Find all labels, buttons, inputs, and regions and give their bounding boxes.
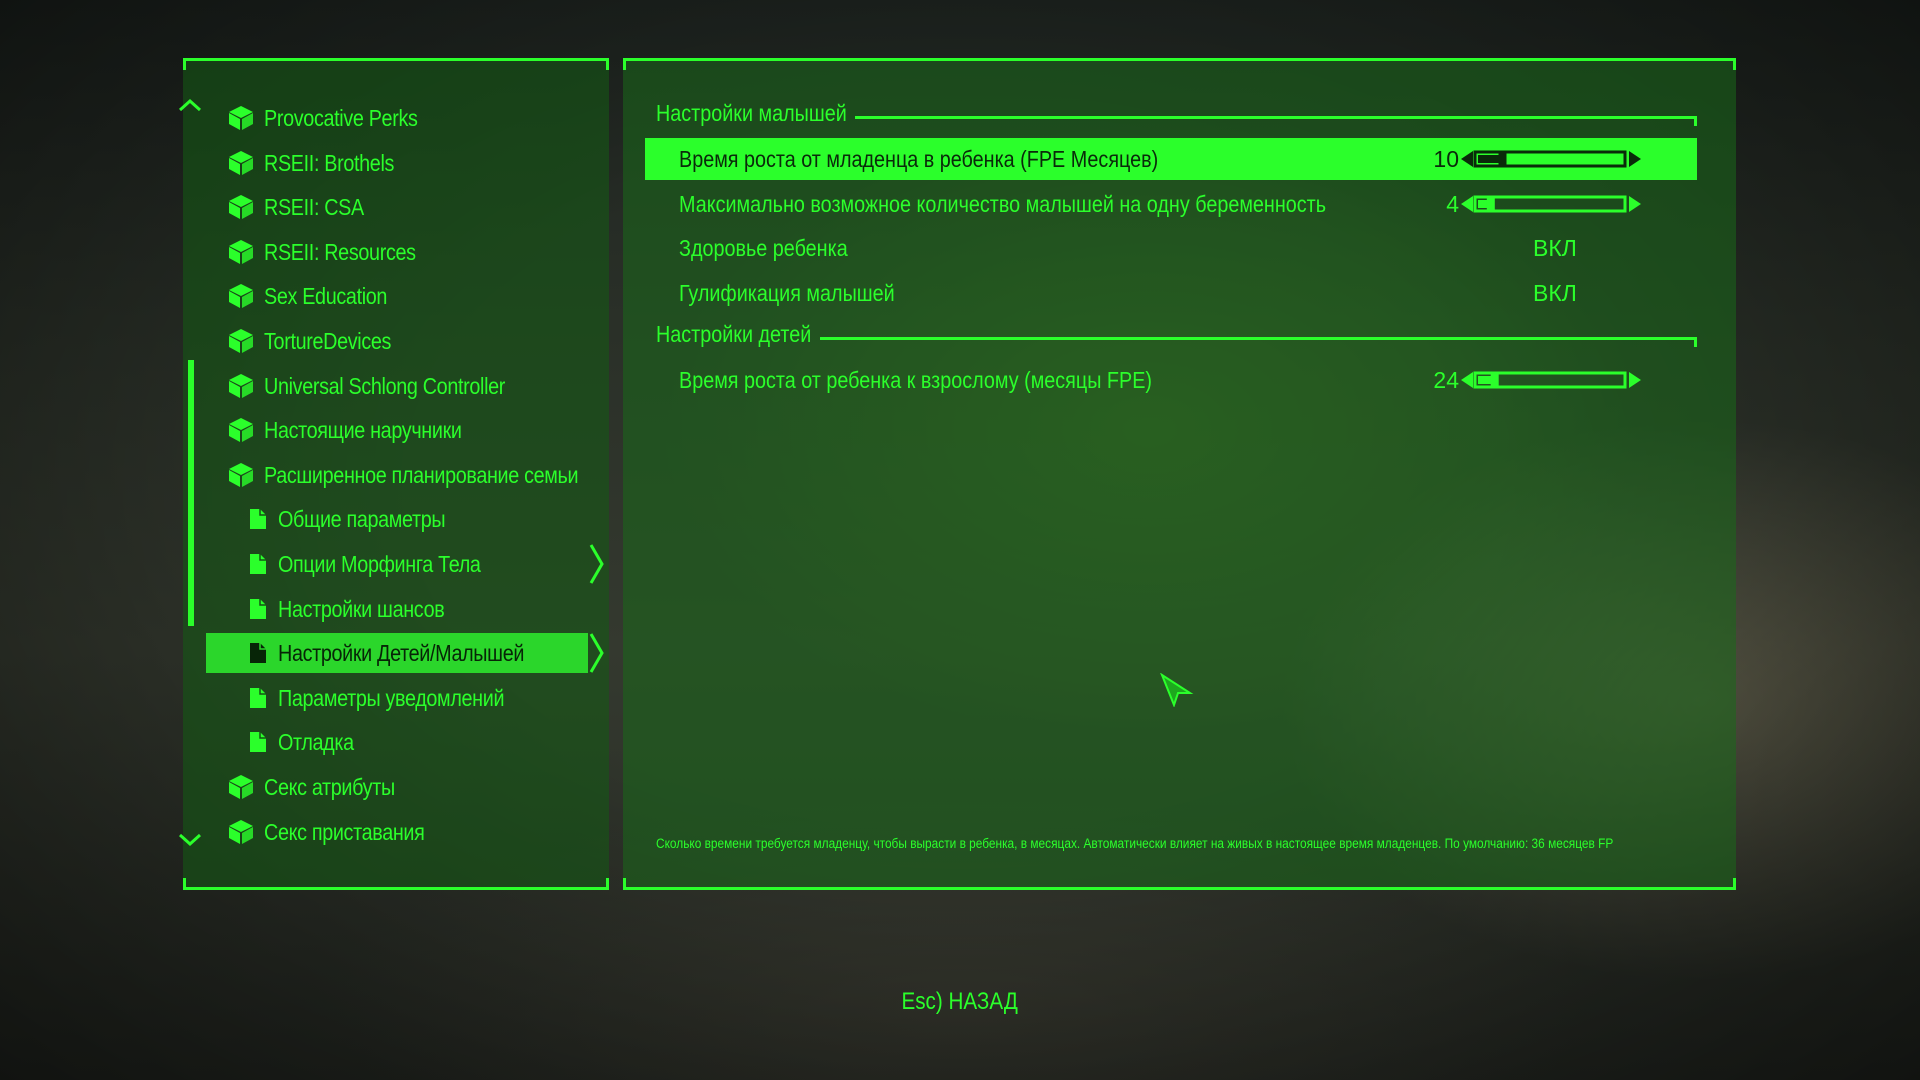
- chevron-right-icon[interactable]: [588, 542, 606, 586]
- chevron-right-icon[interactable]: [588, 631, 606, 675]
- toggle-value[interactable]: ВКЛ: [1533, 280, 1577, 307]
- mod-page-item[interactable]: Настройки Детей/Малышей: [206, 633, 588, 673]
- mod-page-item[interactable]: Отладка: [206, 722, 588, 762]
- mod-list-item[interactable]: Секс приставания: [183, 812, 588, 852]
- mod-list-item-label: Опции Морфинга Тела: [278, 551, 481, 577]
- mod-list-item-label: Секс атрибуты: [264, 774, 395, 800]
- panel-corner: [606, 61, 609, 70]
- mod-list-item[interactable]: Настоящие наручники: [183, 410, 588, 450]
- toggle-option[interactable]: Гулификация малышей ВКЛ: [645, 272, 1697, 314]
- mod-list-item[interactable]: Provocative Perks: [183, 98, 588, 138]
- mod-list-item[interactable]: RSEII: Resources: [183, 232, 588, 272]
- option-label: Максимально возможное количество малышей…: [679, 191, 1327, 217]
- toggle-option[interactable]: Здоровье ребенка ВКЛ: [645, 227, 1697, 269]
- mod-list-item-label: Общие параметры: [278, 506, 446, 532]
- mod-list-item-label: Provocative Perks: [264, 105, 418, 131]
- back-hint-label: Esc) НАЗАД: [901, 988, 1019, 1015]
- package-icon: [229, 195, 253, 219]
- mod-list-item[interactable]: Universal Schlong Controller: [183, 366, 588, 406]
- page-icon: [250, 643, 266, 663]
- slider-value: 4: [1446, 191, 1459, 217]
- page-icon: [250, 688, 266, 708]
- option-label: Время роста от ребенка к взрослому (меся…: [679, 367, 1152, 393]
- option-label: Здоровье ребенка: [679, 235, 848, 261]
- slider-control[interactable]: [1461, 148, 1641, 170]
- panel-corner: [183, 878, 186, 887]
- mod-list-item[interactable]: Секс атрибуты: [183, 767, 588, 807]
- mod-list-item-label: RSEII: CSA: [264, 194, 364, 220]
- slider-option[interactable]: Максимально возможное количество малышей…: [645, 183, 1697, 225]
- slider-control[interactable]: [1461, 193, 1641, 215]
- section-title: Настройки детей: [656, 321, 812, 347]
- panel-corner: [623, 61, 626, 70]
- package-icon: [229, 151, 253, 175]
- mod-list-item-label: Universal Schlong Controller: [264, 373, 506, 399]
- section-divider: [855, 116, 1697, 119]
- package-icon: [229, 820, 253, 844]
- package-icon: [229, 775, 253, 799]
- page-icon: [250, 732, 266, 752]
- panel-corner: [183, 61, 186, 70]
- mod-list-item-label: RSEII: Resources: [264, 239, 416, 265]
- section-title: Настройки малышей: [656, 100, 847, 126]
- slider-option[interactable]: Время роста от ребенка к взрослому (меся…: [645, 359, 1697, 401]
- mouse-cursor-icon: [1160, 673, 1194, 707]
- mod-page-item[interactable]: Общие параметры: [206, 499, 588, 539]
- section-divider-tick: [1694, 116, 1697, 126]
- mod-page-item[interactable]: Настройки шансов: [206, 589, 588, 629]
- slider-value: 10: [1433, 146, 1459, 172]
- page-icon: [250, 509, 266, 529]
- mod-page-item[interactable]: Параметры уведомлений: [206, 678, 588, 718]
- package-icon: [229, 240, 253, 264]
- slider-value: 24: [1433, 367, 1459, 393]
- option-label: Гулификация малышей: [679, 280, 895, 306]
- mod-page-item[interactable]: Опции Морфинга Тела: [206, 544, 588, 584]
- mod-list-item-label: Расширенное планирование семьи: [264, 462, 579, 488]
- mod-list-item-label: Sex Education: [264, 283, 388, 309]
- slider-option[interactable]: Время роста от младенца в ребенка (FPE М…: [645, 138, 1697, 180]
- package-icon: [229, 374, 253, 398]
- mod-list-item-label: Настройки Детей/Малышей: [278, 640, 525, 666]
- panel-corner: [1733, 61, 1736, 70]
- option-label: Время роста от младенца в ребенка (FPE М…: [679, 146, 1159, 172]
- section-header: Настройки детей: [656, 321, 837, 348]
- panel-corner: [1733, 878, 1736, 887]
- panel-corner: [606, 878, 609, 887]
- panel-corner: [623, 878, 626, 887]
- package-icon: [229, 329, 253, 353]
- mod-list-item[interactable]: RSEII: Brothels: [183, 143, 588, 183]
- mod-list-item[interactable]: Sex Education: [183, 276, 588, 316]
- mod-list-item[interactable]: Расширенное планирование семьи: [183, 455, 588, 495]
- package-icon: [229, 418, 253, 442]
- mod-list-item-label: Параметры уведомлений: [278, 685, 505, 711]
- section-divider: [820, 337, 1697, 340]
- section-header: Настройки малышей: [656, 100, 878, 127]
- mod-list-item-label: Настоящие наручники: [264, 417, 462, 443]
- mod-list-item-label: Секс приставания: [264, 819, 425, 845]
- mod-list-item[interactable]: TortureDevices: [183, 321, 588, 361]
- section-divider-tick: [1694, 337, 1697, 347]
- page-icon: [250, 599, 266, 619]
- mod-list-item-label: TortureDevices: [264, 328, 392, 354]
- page-icon: [250, 554, 266, 574]
- option-description: Сколько времени требуется младенцу, чтоб…: [656, 836, 1614, 851]
- toggle-value[interactable]: ВКЛ: [1533, 235, 1577, 262]
- mod-list-item-label: Отладка: [278, 729, 354, 755]
- mod-list-item[interactable]: RSEII: CSA: [183, 187, 588, 227]
- package-icon: [229, 463, 253, 487]
- mod-list-item-label: Настройки шансов: [278, 596, 445, 622]
- package-icon: [229, 284, 253, 308]
- back-button[interactable]: Esc) НАЗАД: [0, 988, 1920, 1016]
- mod-list-item-label: RSEII: Brothels: [264, 150, 395, 176]
- slider-control[interactable]: [1461, 369, 1641, 391]
- package-icon: [229, 106, 253, 130]
